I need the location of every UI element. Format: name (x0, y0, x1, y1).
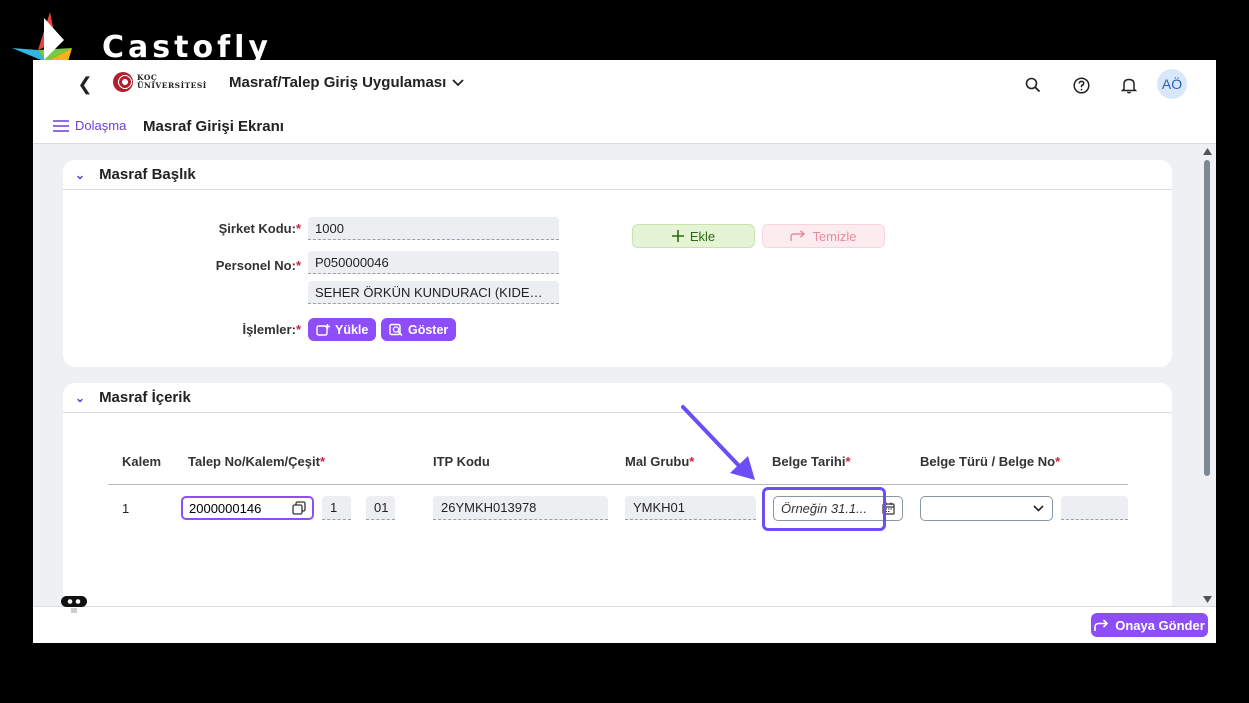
notification-bell-icon[interactable] (1118, 74, 1140, 96)
document-type-select[interactable] (920, 496, 1053, 521)
upload-button[interactable]: Yükle (308, 318, 377, 341)
assistant-bot-icon[interactable] (60, 595, 90, 613)
column-header-request: Talep No/Kalem/Çeşit* (188, 454, 326, 469)
date-field-highlight (762, 487, 886, 531)
material-group-field: YMKH01 (625, 496, 756, 520)
plus-icon (671, 230, 684, 242)
column-header-itp: ITP Kodu (433, 454, 490, 469)
scroll-down-arrow-icon[interactable] (1203, 596, 1212, 603)
koc-university-logo: KOÇ ÜNİVERSİTESİ (113, 72, 207, 92)
shell-bar: ❮ KOÇ ÜNİVERSİTESİ Masraf/Talep Giriş Uy… (33, 60, 1216, 110)
add-button[interactable]: Ekle (632, 224, 755, 248)
panel-title: Masraf İçerik (99, 389, 191, 406)
chevron-down-icon: ⌄ (75, 390, 86, 405)
upload-icon (316, 323, 330, 336)
column-header-doc-type: Belge Türü / Belge No* (920, 454, 1061, 469)
document-no-field[interactable] (1061, 496, 1128, 520)
share-arrow-icon (1094, 618, 1109, 631)
search-icon[interactable] (1022, 74, 1044, 96)
magnifier-icon (389, 323, 403, 336)
koc-logo-icon (113, 72, 133, 92)
personnel-no-field[interactable]: P050000046 (308, 251, 559, 274)
request-type-field: 01 (366, 496, 395, 520)
company-code-field[interactable]: 1000 (308, 217, 559, 240)
clear-button: Temizle (762, 224, 885, 248)
request-no-input[interactable]: 2000000146 (181, 496, 314, 520)
chevron-down-icon (452, 78, 464, 86)
navigation-button[interactable]: Dolaşma (53, 118, 126, 133)
scrollbar-thumb[interactable] (1204, 160, 1210, 476)
app-title-menu[interactable]: Masraf/Talep Giriş Uygulaması (229, 74, 464, 91)
table-divider (108, 484, 1128, 485)
personnel-name-field: SEHER ÖRKÜN KUNDURACI (KIDEMLI... (308, 281, 559, 304)
itp-code-field: 26YMKH013978 (433, 496, 608, 520)
back-icon[interactable]: ❮ (75, 74, 95, 94)
request-item-field: 1 (322, 496, 351, 520)
panel-title: Masraf Başlık (99, 166, 196, 183)
navigation-label: Dolaşma (75, 118, 127, 133)
redo-icon (790, 230, 806, 241)
column-header-item: Kalem (122, 454, 162, 469)
app-title: Masraf/Talep Giriş Uygulaması (229, 74, 447, 91)
footer-bar (33, 606, 1216, 643)
help-icon[interactable] (1070, 74, 1092, 96)
page-title: Masraf Girişi Ekranı (143, 118, 284, 135)
chevron-down-icon: ⌄ (75, 167, 86, 182)
chevron-down-icon (1033, 505, 1044, 512)
hamburger-icon (53, 119, 69, 132)
logo-line-2: ÜNİVERSİTESİ (137, 81, 207, 90)
expense-content-toggle[interactable]: ⌄ Masraf İçerik (63, 383, 1172, 413)
sub-header: Dolaşma Masraf Girişi Ekranı (33, 110, 1216, 144)
copy-icon[interactable] (292, 501, 306, 515)
company-code-label: Şirket Kodu:* (218, 221, 301, 236)
expense-header-toggle[interactable]: ⌄ Masraf Başlık (63, 160, 1172, 190)
operations-label: İşlemler:* (242, 322, 301, 337)
personnel-no-label: Personel No:* (215, 258, 301, 273)
column-header-material-group: Mal Grubu* (625, 454, 695, 469)
app-window: ❮ KOÇ ÜNİVERSİTESİ Masraf/Talep Giriş Uy… (33, 60, 1216, 643)
avatar[interactable]: AÖ (1157, 69, 1187, 99)
show-button[interactable]: Göster (381, 318, 457, 341)
row-item-number: 1 (122, 501, 130, 516)
column-header-doc-date: Belge Tarihi* (772, 454, 851, 469)
scroll-up-arrow-icon[interactable] (1203, 148, 1212, 155)
submit-for-approval-button[interactable]: Onaya Gönder (1091, 613, 1208, 637)
